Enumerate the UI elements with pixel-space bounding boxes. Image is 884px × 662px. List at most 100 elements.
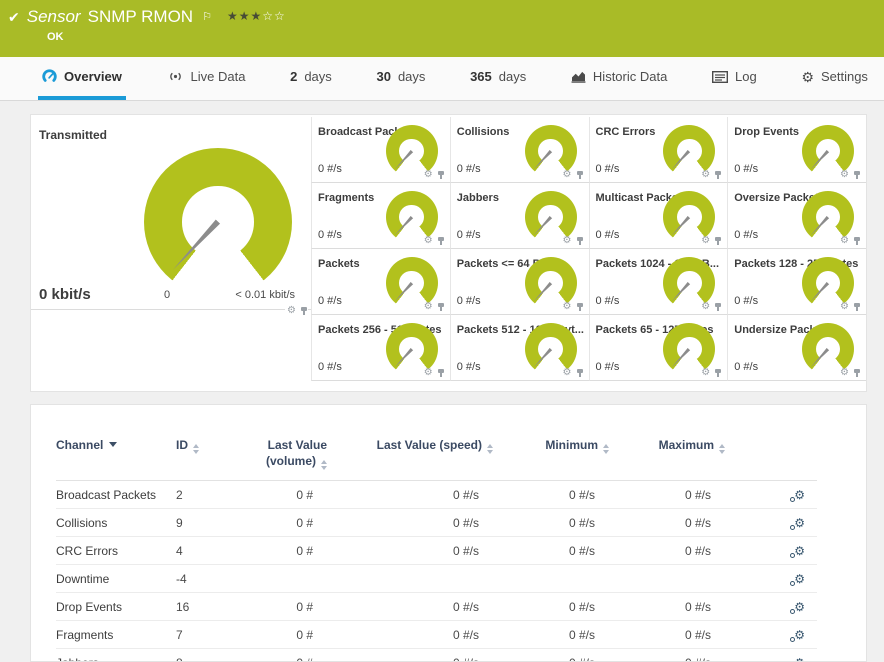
channels-table: Channel ID Last Value (volume) Last Valu…	[56, 431, 817, 662]
tab-label: Live Data	[190, 69, 246, 84]
pin-icon[interactable]	[714, 302, 722, 312]
column-header-last-value-speed[interactable]: Last Value (speed)	[327, 431, 493, 481]
pin-icon[interactable]	[576, 236, 584, 246]
pin-icon[interactable]	[437, 368, 445, 378]
gear-icon[interactable]: ⚙	[424, 236, 433, 246]
gear-icon[interactable]: ⚙	[701, 170, 710, 180]
channel-gauge-cell[interactable]: CRC Errors 0 #/s ⚙	[588, 117, 728, 183]
edit-channel-icon[interactable]: ⚙	[794, 488, 805, 502]
gear-icon[interactable]: ⚙	[424, 302, 433, 312]
last-value-speed: 0 #/s	[327, 480, 493, 509]
gear-icon[interactable]: ⚙	[563, 302, 572, 312]
priority-stars[interactable]: ★★★☆☆	[227, 6, 286, 26]
channel-gauge-cell[interactable]: Packets 512 - 1023 Byt... 0 #/s ⚙	[449, 315, 589, 381]
channel-name[interactable]: CRC Errors	[56, 536, 176, 565]
gear-icon[interactable]: ⚙	[701, 236, 710, 246]
channel-gauge-cell[interactable]: Drop Events 0 #/s ⚙	[727, 117, 866, 183]
channel-gauge-cell[interactable]: Packets 1024 - 1518 B... 0 #/s ⚙	[588, 249, 728, 315]
channel-gauge-title: Jabbers	[456, 192, 499, 204]
tab-2-days[interactable]: 2 days	[286, 57, 336, 100]
edit-channel-icon[interactable]: ⚙	[794, 656, 805, 662]
gear-icon[interactable]: ⚙	[563, 170, 572, 180]
pin-icon[interactable]	[853, 302, 861, 312]
column-header-minimum[interactable]: Minimum	[493, 431, 609, 481]
edit-channel-icon[interactable]: ⚙	[794, 572, 805, 586]
channel-gauge-cell[interactable]: Packets 256 - 511 Bytes 0 #/s ⚙	[311, 315, 450, 381]
edit-channel-icon[interactable]: ⚙	[794, 516, 805, 530]
gear-icon[interactable]: ⚙	[563, 236, 572, 246]
pin-icon[interactable]	[437, 302, 445, 312]
pin-icon[interactable]	[576, 368, 584, 378]
edit-channel-icon[interactable]: ⚙	[794, 600, 805, 614]
live-data-icon	[169, 72, 181, 81]
channel-gauge-cell[interactable]: Broadcast Packets 0 #/s ⚙	[311, 117, 450, 183]
primary-channel-gauge-cell[interactable]: Transmitted 0 kbit/s 0 < 0.01 kbit/s ⚙	[31, 115, 311, 316]
flag-icon[interactable]: ⚐	[202, 7, 212, 27]
channel-gauge-cell[interactable]: Undersize Packets 0 #/s ⚙	[727, 315, 866, 381]
pin-icon[interactable]	[300, 306, 308, 316]
table-header-row: Channel ID Last Value (volume) Last Valu…	[56, 431, 817, 481]
gear-icon[interactable]: ⚙	[840, 236, 849, 246]
gauges-panel: Transmitted 0 kbit/s 0 < 0.01 kbit/s ⚙ B…	[30, 114, 867, 392]
channel-name[interactable]: Fragments	[56, 620, 176, 649]
channel-name[interactable]: Broadcast Packets	[56, 480, 176, 509]
tab-settings[interactable]: ⚙ Settings	[797, 57, 872, 100]
pin-icon[interactable]	[576, 170, 584, 180]
channel-gauge-cell[interactable]: Fragments 0 #/s ⚙	[311, 183, 450, 249]
pin-icon[interactable]	[714, 236, 722, 246]
pin-icon[interactable]	[714, 368, 722, 378]
channel-name[interactable]: Downtime	[56, 564, 176, 593]
channel-gauge-value: 0 #/s	[734, 229, 759, 241]
gear-icon[interactable]: ⚙	[424, 368, 433, 378]
pin-icon[interactable]	[437, 170, 445, 180]
pin-icon[interactable]	[714, 170, 722, 180]
status-badge: OK	[47, 31, 64, 43]
gear-icon[interactable]: ⚙	[840, 170, 849, 180]
pin-icon[interactable]	[853, 368, 861, 378]
channel-gauge-cell[interactable]: Collisions 0 #/s ⚙	[449, 117, 589, 183]
column-header-id[interactable]: ID	[176, 431, 238, 481]
gear-icon[interactable]: ⚙	[840, 302, 849, 312]
gear-icon[interactable]: ⚙	[563, 368, 572, 378]
gear-icon[interactable]: ⚙	[701, 302, 710, 312]
pin-icon[interactable]	[576, 302, 584, 312]
edit-channel-icon[interactable]: ⚙	[794, 544, 805, 558]
tab-overview[interactable]: Overview	[38, 57, 126, 100]
gear-icon[interactable]: ⚙	[287, 306, 296, 316]
last-value-speed: 0 #/s	[327, 536, 493, 565]
gear-icon[interactable]: ⚙	[424, 170, 433, 180]
pin-icon[interactable]	[853, 170, 861, 180]
channel-name[interactable]: Jabbers	[56, 648, 176, 661]
column-header-last-value-volume[interactable]: Last Value (volume)	[238, 431, 327, 481]
channel-name[interactable]: Collisions	[56, 508, 176, 537]
channel-gauge-cell[interactable]: Oversize Packets 0 #/s ⚙	[727, 183, 866, 249]
tab-365-days[interactable]: 365 days	[466, 57, 530, 100]
gauge-needle	[393, 348, 413, 369]
channel-gauge-cell[interactable]: Packets 128 - 255 Bytes 0 #/s ⚙	[727, 249, 866, 315]
tab-historic-data[interactable]: Historic Data	[567, 57, 671, 100]
table-row: Drop Events 16 0 # 0 #/s 0 #/s 0 #/s ⚙	[56, 592, 817, 621]
pin-icon[interactable]	[437, 236, 445, 246]
tab-log[interactable]: Log	[708, 57, 761, 100]
star-filled-icons[interactable]: ★★★	[227, 9, 262, 23]
star-empty-icons[interactable]: ☆☆	[262, 9, 286, 23]
table-row: Collisions 9 0 # 0 #/s 0 #/s 0 #/s ⚙	[56, 508, 817, 537]
channel-gauge-cell[interactable]: Packets 65 - 127 Bytes 0 #/s ⚙	[588, 315, 728, 381]
pin-icon[interactable]	[853, 236, 861, 246]
edit-channel-icon[interactable]: ⚙	[794, 628, 805, 642]
column-header-maximum[interactable]: Maximum	[609, 431, 725, 481]
gear-icon[interactable]: ⚙	[840, 368, 849, 378]
column-header-channel[interactable]: Channel	[56, 431, 176, 481]
channel-name[interactable]: Drop Events	[56, 592, 176, 621]
tab-30-days[interactable]: 30 days	[372, 57, 429, 100]
channel-gauge-cell[interactable]: Packets <= 64 Byte 0 #/s ⚙	[449, 249, 589, 315]
tab-live-data[interactable]: Live Data	[163, 57, 250, 100]
channel-gauge-title: Drop Events	[734, 126, 800, 138]
gear-icon[interactable]: ⚙	[701, 368, 710, 378]
gauge-needle	[393, 282, 413, 303]
channel-gauge-cell[interactable]: Jabbers 0 #/s ⚙	[449, 183, 589, 249]
channel-gauge-cell[interactable]: Multicast Packets 0 #/s ⚙	[588, 183, 728, 249]
minimum-value: 0 #/s	[493, 648, 609, 661]
last-value-volume: 0 #	[238, 592, 327, 621]
channel-gauge-cell[interactable]: Packets 0 #/s ⚙	[311, 249, 450, 315]
